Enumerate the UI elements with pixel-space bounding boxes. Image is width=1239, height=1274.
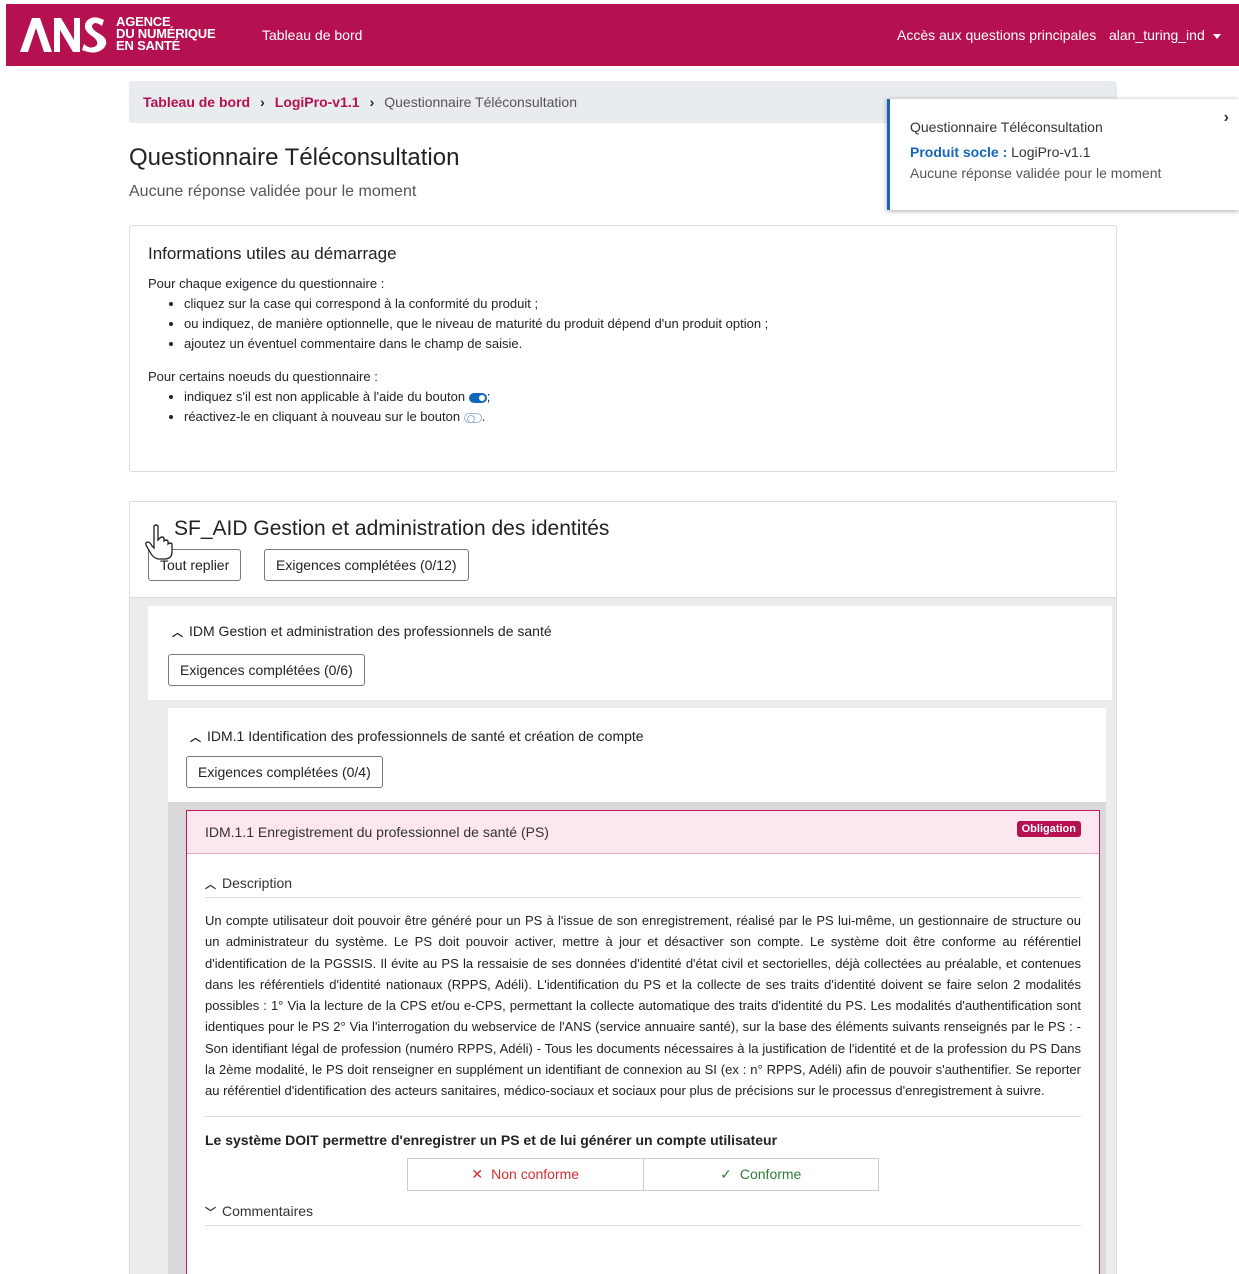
summary-product-value: LogiPro-v1.1: [1011, 144, 1091, 160]
completed-requirements-button[interactable]: Exigences complétées (0/6): [168, 654, 365, 686]
ans-logo[interactable]: AGENCE DU NUMÉRIQUE EN SANTÉ: [18, 14, 216, 54]
list-item: indiquez s'il est non applicable à l'aid…: [184, 389, 1098, 404]
info-card: Informations utiles au démarrage Pour ch…: [129, 225, 1117, 472]
summary-status: Aucune réponse validée pour le moment: [910, 165, 1162, 181]
requirement-header: IDM.1.1 Enregistrement du professionnel …: [187, 811, 1099, 854]
description-text: Un compte utilisateur doit pouvoir être …: [205, 910, 1081, 1117]
list-item: ajoutez un éventuel commentaire dans le …: [184, 336, 1098, 351]
chevron-right-icon: ›: [260, 94, 265, 110]
info-list: cliquez sur la case qui correspond à la …: [184, 296, 1098, 351]
idm1-header[interactable]: ︿ IDM.1 Identification des professionnels…: [190, 728, 644, 745]
requirement-area: IDM.1.1 Enregistrement du professionnel …: [168, 802, 1106, 1274]
section-title: SF_AID Gestion et administration des ide…: [174, 517, 610, 540]
subsection-area: ︿ IDM Gestion et administration des profe…: [130, 598, 1116, 1274]
description-toggle[interactable]: ︿ Description: [205, 875, 1081, 898]
description-label: Description: [222, 875, 293, 891]
check-icon: ✓: [720, 1165, 732, 1182]
list-item: cliquez sur la case qui correspond à la …: [184, 296, 1098, 311]
list-item: ou indiquez, de manière optionnelle, que…: [184, 316, 1098, 331]
list-item-text: indiquez s'il est non applicable à l'aid…: [184, 389, 466, 404]
info-intro: Pour certains noeuds du questionnaire :: [148, 369, 378, 384]
list-item-end: .: [481, 409, 486, 424]
subsubsection-area: ︿ IDM.1 Identification des professionnels…: [148, 700, 1112, 1274]
requirement-body: ︿ Description Un compte utilisateur doit …: [187, 875, 1099, 1226]
summary-product: Produit socle : LogiPro-v1.1: [910, 144, 1219, 160]
nav-dashboard-link[interactable]: Tableau de bord: [262, 27, 362, 43]
toggle-on-icon: [468, 392, 487, 403]
logo-text: AGENCE DU NUMÉRIQUE EN SANTÉ: [116, 15, 216, 53]
page-subtitle: Aucune réponse validée pour le moment: [129, 183, 417, 200]
comments-toggle[interactable]: ﹀ Commentaires: [205, 1203, 1081, 1226]
ans-logo-icon: [20, 17, 107, 53]
cross-icon: ✕: [471, 1165, 484, 1182]
info-list: indiquez s'il est non applicable à l'aid…: [184, 389, 1098, 424]
section-sf-aid: SF_AID Gestion et administration des ide…: [129, 501, 1117, 1274]
list-item-text: réactivez-le en cliquant à nouveau sur l…: [184, 409, 461, 424]
info-intro: Pour chaque exigence du questionnaire :: [148, 276, 385, 291]
breadcrumb-dashboard[interactable]: Tableau de bord: [143, 94, 250, 110]
comments-label: Commentaires: [222, 1202, 314, 1219]
idm-header[interactable]: ︿ IDM Gestion et administration des profe…: [172, 623, 552, 640]
user-name: alan_turing_ind: [1109, 27, 1205, 43]
chevron-right-icon: ›: [369, 94, 375, 110]
idm1-card: ︿ IDM.1 Identification des professionnels…: [168, 708, 1106, 802]
completed-requirements-button[interactable]: Exigences complétées (0/4): [186, 756, 383, 788]
non-conforme-button[interactable]: ✕ Non conforme: [408, 1159, 643, 1190]
summary-panel: › Questionnaire Téléconsultation Produit…: [887, 99, 1239, 210]
summary-product-label: Produit socle :: [910, 144, 1008, 160]
chevron-up-icon: ︿: [205, 879, 216, 891]
breadcrumb-product[interactable]: LogiPro-v1.1: [275, 94, 360, 110]
summary-title: Questionnaire Téléconsultation: [910, 119, 1103, 135]
idm-card: ︿ IDM Gestion et administration des profe…: [148, 606, 1112, 700]
section-header: SF_AID Gestion et administration des ide…: [130, 502, 1116, 598]
caret-down-icon: [1212, 33, 1221, 39]
requirement-card: IDM.1.1 Enregistrement du professionnel …: [186, 810, 1100, 1274]
completed-requirements-button[interactable]: Exigences complétées (0/12): [264, 549, 469, 581]
page-title: Questionnaire Téléconsultation: [129, 144, 460, 171]
conforme-label: Conforme: [739, 1166, 802, 1183]
user-menu[interactable]: alan_turing_ind: [1109, 27, 1221, 43]
chevron-right-icon[interactable]: ›: [1224, 109, 1229, 127]
toggle-off-icon: [463, 412, 482, 423]
list-item: réactivez-le en cliquant à nouveau sur l…: [184, 409, 1098, 424]
obligation-badge: Obligation: [1016, 821, 1081, 837]
nav-main-questions-link[interactable]: Accès aux questions principales: [897, 27, 1096, 43]
non-conforme-label: Non conforme: [491, 1166, 580, 1183]
chevron-up-icon: ︿: [190, 732, 201, 744]
idm-title: IDM Gestion et administration des profes…: [189, 623, 552, 639]
chevron-down-icon: ﹀: [205, 1206, 216, 1219]
hand-cursor-icon: [145, 524, 173, 560]
requirement-statement: Le système DOIT permettre d'enregistrer …: [205, 1131, 778, 1148]
breadcrumb-current: Questionnaire Téléconsultation: [384, 94, 577, 110]
top-navbar: AGENCE DU NUMÉRIQUE EN SANTÉ Tableau de …: [6, 4, 1239, 66]
conformity-choices: ✕ Non conforme ✓ Conforme: [407, 1157, 879, 1191]
requirement-title: IDM.1.1 Enregistrement du professionnel …: [205, 824, 549, 840]
idm1-title: IDM.1 Identification des professionnels …: [207, 728, 644, 744]
chevron-up-icon: ︿: [172, 627, 183, 639]
logo-line: EN SANTÉ: [116, 38, 181, 53]
conforme-button[interactable]: ✓ Conforme: [642, 1158, 879, 1190]
info-heading: Informations utiles au démarrage: [148, 244, 397, 263]
list-item-end: ;: [486, 389, 491, 404]
